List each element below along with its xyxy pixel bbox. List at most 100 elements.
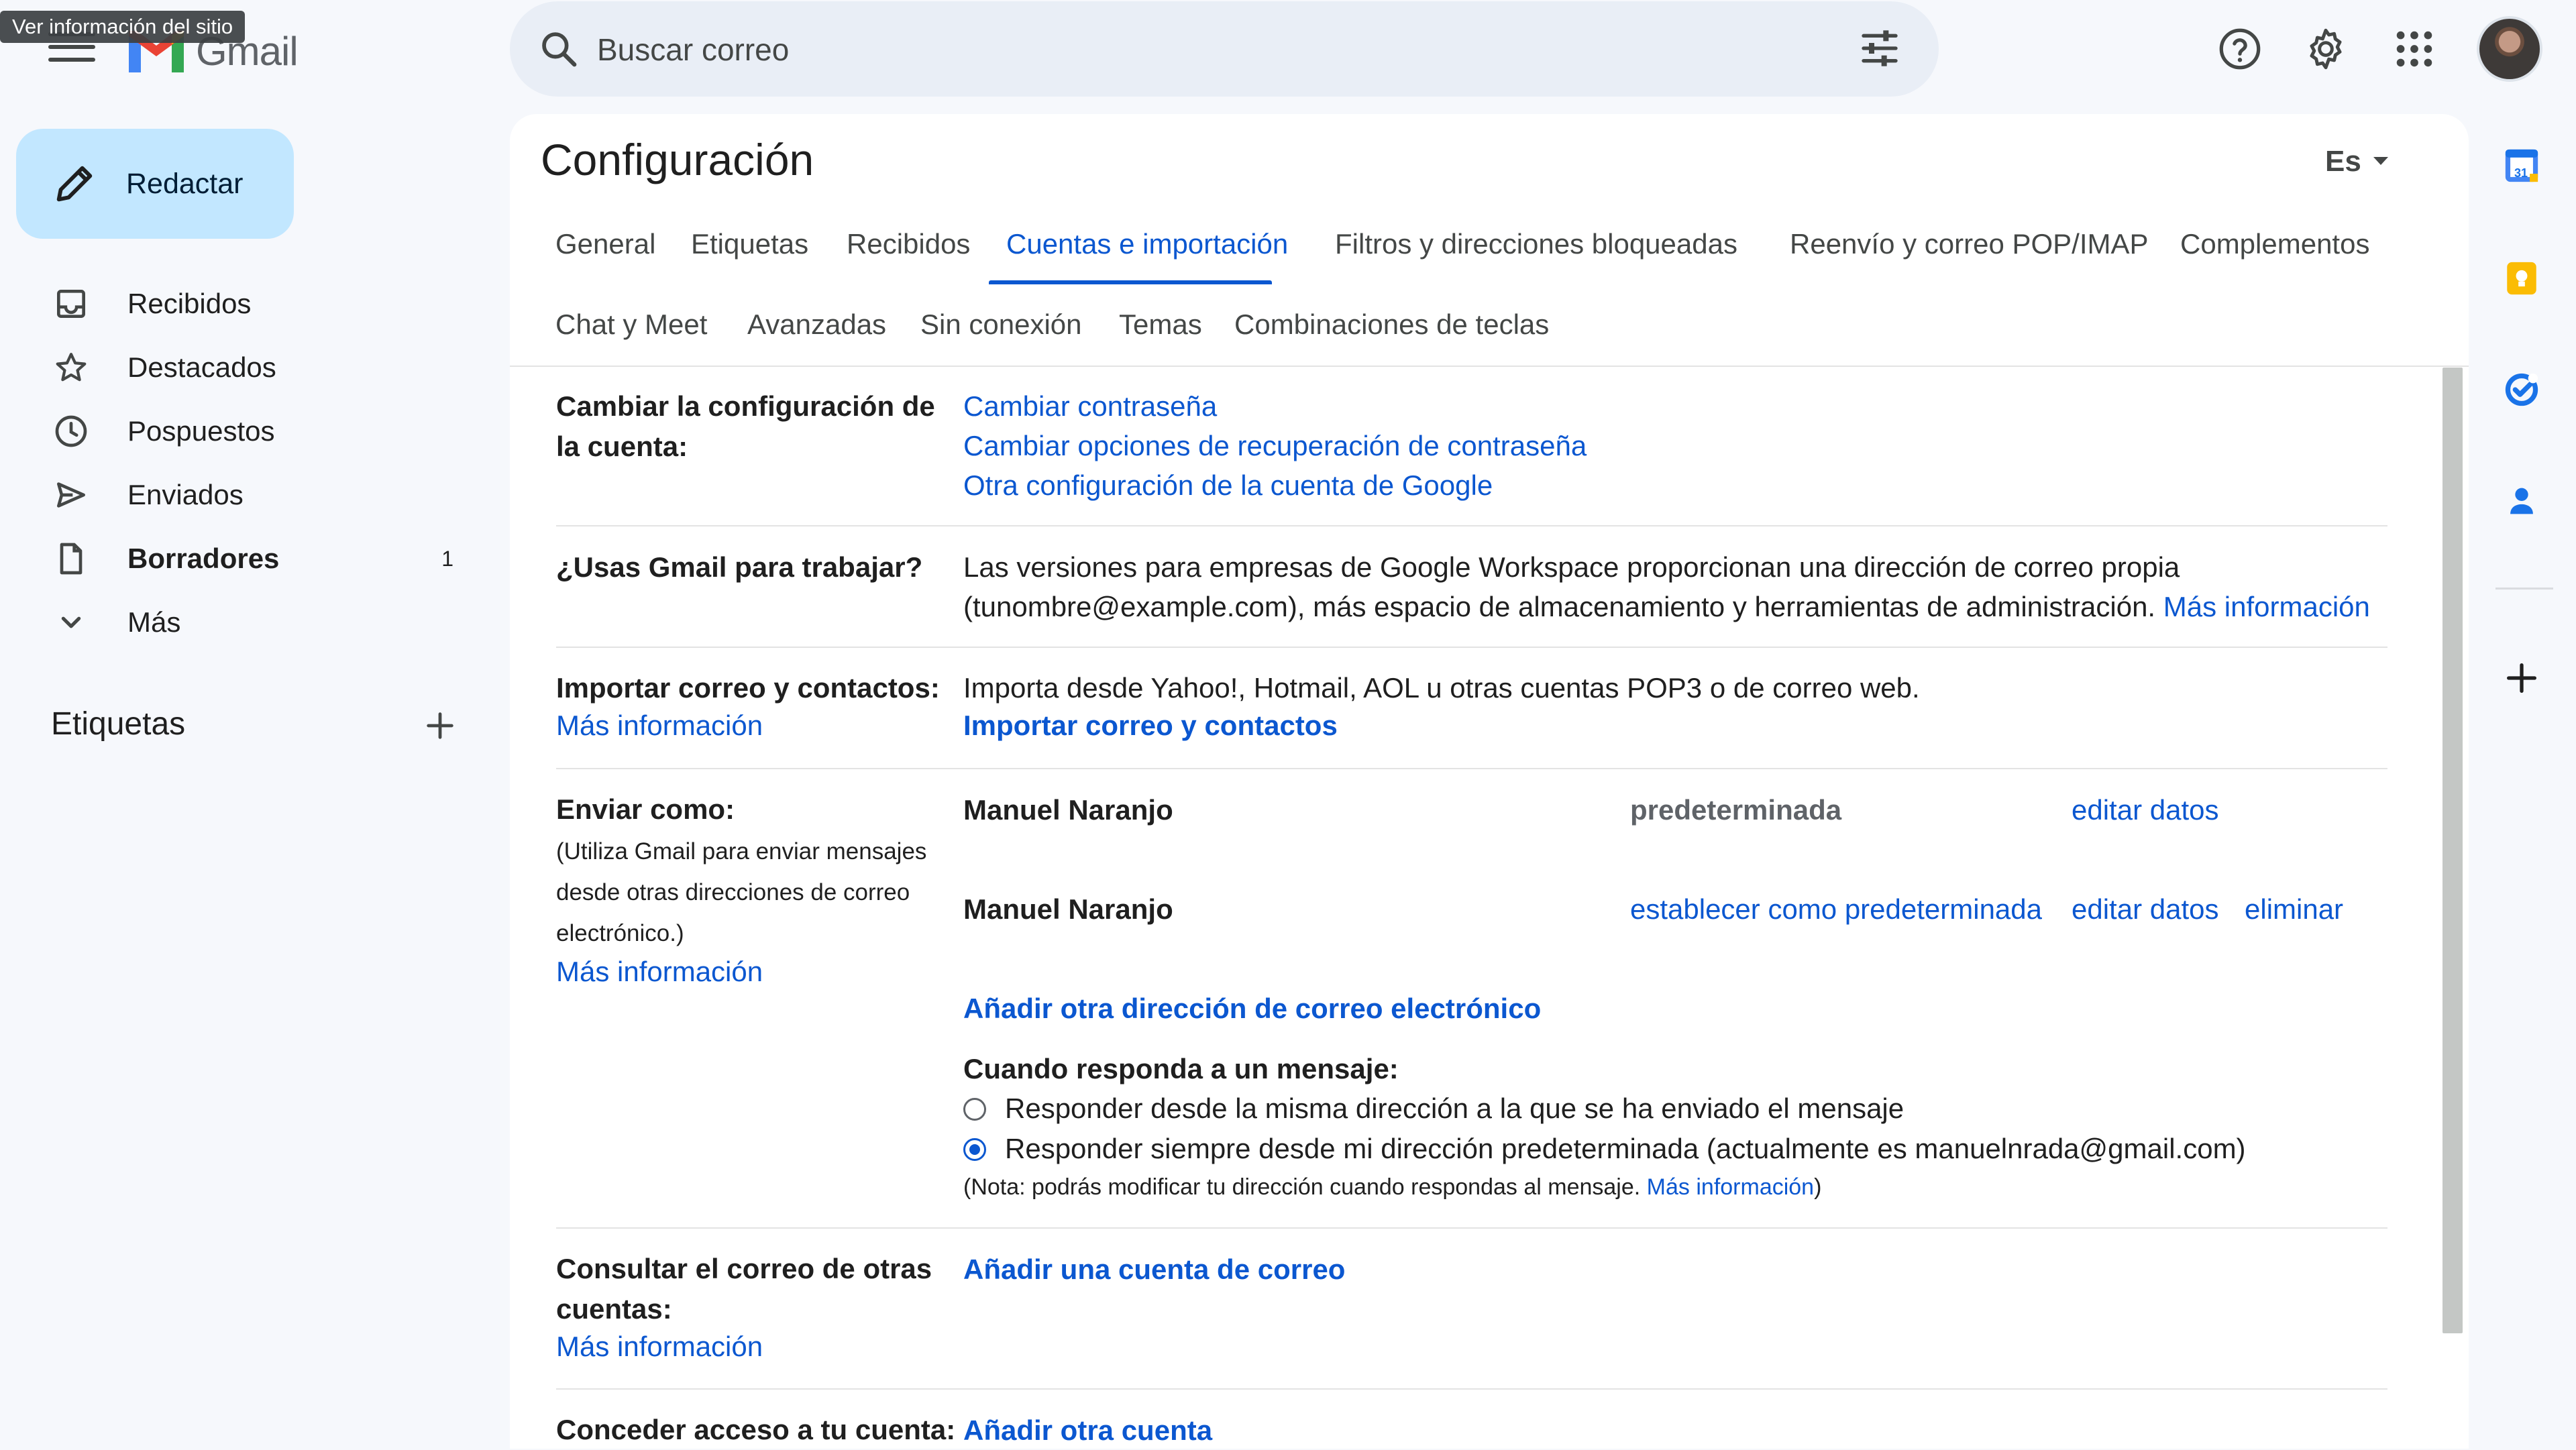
compose-label: Redactar bbox=[126, 167, 244, 200]
add-email-address-link[interactable]: Añadir otra dirección de correo electrón… bbox=[963, 993, 1541, 1025]
tab-combinaciones-teclas[interactable]: Combinaciones de teclas bbox=[1234, 309, 1549, 341]
reply-option-label: Responder siempre desde mi dirección pre… bbox=[1005, 1133, 2246, 1164]
label-line: la cuenta: bbox=[556, 431, 688, 462]
desc-line: desde otras direcciones de correo bbox=[556, 879, 910, 905]
reply-heading: Cuando responda a un mensaje: bbox=[963, 1053, 1399, 1084]
add-mail-account-link[interactable]: Añadir una cuenta de correo bbox=[963, 1253, 1345, 1286]
label-line: cuentas: bbox=[556, 1293, 672, 1325]
keep-icon[interactable] bbox=[2502, 259, 2541, 298]
send-as-name: Manuel Naranjo bbox=[963, 893, 1173, 925]
sidebar-item-label: Recibidos bbox=[127, 288, 252, 319]
help-icon[interactable] bbox=[2216, 25, 2263, 72]
recovery-options-link[interactable]: Cambiar opciones de recuperación de cont… bbox=[963, 430, 1587, 462]
change-password-link[interactable]: Cambiar contraseña bbox=[963, 390, 1217, 423]
vertical-scrollbar[interactable] bbox=[2443, 368, 2463, 1333]
tab-complementos[interactable]: Complementos bbox=[2180, 228, 2369, 260]
sidebar-item-destacados[interactable]: Destacados bbox=[0, 337, 483, 398]
search-icon[interactable] bbox=[538, 28, 580, 70]
section-divider bbox=[556, 525, 2387, 526]
compose-button[interactable]: Redactar bbox=[16, 129, 294, 239]
side-panel-divider bbox=[2496, 588, 2553, 590]
tab-cuentas-importacion[interactable]: Cuentas e importación bbox=[1006, 228, 1288, 260]
search-options-icon[interactable] bbox=[1858, 27, 1901, 70]
account-avatar[interactable] bbox=[2477, 16, 2542, 82]
tab-reenvio-pop-imap[interactable]: Reenvío y correo POP/IMAP bbox=[1790, 228, 2149, 260]
import-text: Importa desde Yahoo!, Hotmail, AOL u otr… bbox=[963, 672, 1920, 704]
check-mail-more-info-link[interactable]: Más información bbox=[556, 1331, 763, 1363]
clock-icon bbox=[55, 415, 87, 447]
sidebar-item-label: Enviados bbox=[127, 479, 244, 510]
import-more-info-link[interactable]: Más información bbox=[556, 710, 763, 742]
chevron-down-icon bbox=[61, 616, 81, 628]
add-addon-plus-icon[interactable] bbox=[2502, 659, 2541, 698]
star-icon bbox=[56, 353, 87, 382]
work-label: ¿Usas Gmail para trabajar? bbox=[556, 551, 923, 583]
search-input[interactable] bbox=[596, 20, 1739, 79]
desc-line: (Utiliza Gmail para enviar mensajes bbox=[556, 838, 927, 865]
sidebar-item-pospuestos[interactable]: Pospuestos bbox=[0, 401, 483, 461]
tab-filtros[interactable]: Filtros y direcciones bloqueadas bbox=[1335, 228, 1737, 260]
input-tools-button[interactable]: Es bbox=[2325, 145, 2361, 178]
sidebar-item-borradores[interactable]: Borradores 1 bbox=[0, 528, 483, 589]
google-account-settings-link[interactable]: Otra configuración de la cuenta de Googl… bbox=[963, 469, 1493, 502]
page-title: Configuración bbox=[541, 135, 814, 184]
sidebar-item-mas[interactable]: Más bbox=[0, 592, 483, 653]
inbox-icon bbox=[57, 290, 85, 318]
tab-recibidos[interactable]: Recibidos bbox=[847, 228, 970, 260]
contacts-icon[interactable] bbox=[2502, 482, 2541, 520]
send-as-label: Enviar como: bbox=[556, 793, 735, 825]
tasks-icon[interactable] bbox=[2502, 370, 2541, 409]
work-text-line2: (tunombre@example.com), más espacio de a… bbox=[963, 587, 2370, 627]
reply-default-address-radio[interactable] bbox=[963, 1138, 986, 1161]
tab-sin-conexion[interactable]: Sin conexión bbox=[920, 309, 1082, 341]
section-divider bbox=[556, 1227, 2387, 1229]
apps-grid-icon[interactable] bbox=[2391, 25, 2438, 72]
grant-access-label: Conceder acceso a tu cuenta: bbox=[556, 1414, 956, 1445]
section-divider bbox=[556, 1388, 2387, 1390]
settings-gear-icon[interactable] bbox=[2302, 25, 2349, 72]
work-text-span: (tunombre@example.com), más espacio de a… bbox=[963, 591, 2156, 622]
edit-info-link[interactable]: editar datos bbox=[2072, 794, 2218, 826]
sidebar-item-label: Destacados bbox=[127, 351, 276, 383]
label-line: Cambiar la configuración de bbox=[556, 390, 935, 422]
work-more-info-link[interactable]: Más información bbox=[2163, 591, 2370, 622]
work-text-line1: Las versiones para empresas de Google Wo… bbox=[963, 551, 2180, 583]
reply-note: (Nota: podrás modificar tu dirección cua… bbox=[963, 1174, 1821, 1201]
site-info-tooltip: Ver información del sitio bbox=[0, 11, 246, 43]
note-more-info-link[interactable]: Más información bbox=[1647, 1174, 1814, 1200]
import-mail-contacts-link[interactable]: Importar correo y contactos bbox=[963, 710, 1338, 742]
default-status-text: predeterminada bbox=[1630, 794, 1842, 826]
send-icon bbox=[57, 482, 85, 508]
tab-etiquetas[interactable]: Etiquetas bbox=[691, 228, 808, 260]
send-as-name: Manuel Naranjo bbox=[963, 794, 1173, 826]
note-text: (Nota: podrás modificar tu dirección cua… bbox=[963, 1174, 1641, 1200]
tab-avanzadas[interactable]: Avanzadas bbox=[747, 309, 886, 341]
check-mail-label: Consultar el correo de otras cuentas: bbox=[556, 1249, 932, 1329]
delete-address-link[interactable]: eliminar bbox=[2245, 893, 2343, 926]
active-tab-indicator bbox=[989, 280, 1272, 284]
pencil-icon bbox=[56, 166, 93, 202]
sidebar-item-enviados[interactable]: Enviados bbox=[0, 465, 483, 525]
reply-same-address-radio[interactable] bbox=[963, 1098, 986, 1121]
sidebar-item-recibidos[interactable]: Recibidos bbox=[0, 274, 483, 334]
caret-down-icon[interactable] bbox=[2373, 157, 2388, 165]
sidebar-item-label: Borradores bbox=[127, 543, 280, 574]
send-as-description: (Utiliza Gmail para enviar mensajes desd… bbox=[556, 831, 926, 954]
edit-info-link[interactable]: editar datos bbox=[2072, 893, 2218, 926]
tab-temas[interactable]: Temas bbox=[1119, 309, 1202, 341]
tabs-divider bbox=[510, 366, 2469, 367]
drafts-count-badge: 1 bbox=[441, 546, 453, 571]
change-account-label: Cambiar la configuración de la cuenta: bbox=[556, 386, 935, 467]
send-as-more-info-link[interactable]: Más información bbox=[556, 956, 763, 988]
set-as-default-link[interactable]: establecer como predeterminada bbox=[1630, 893, 2042, 926]
calendar-day: 31 bbox=[2514, 166, 2528, 180]
search-bar[interactable] bbox=[510, 1, 1939, 97]
tab-chat-meet[interactable]: Chat y Meet bbox=[555, 309, 707, 341]
labels-heading: Etiquetas bbox=[51, 706, 186, 742]
tab-general[interactable]: General bbox=[555, 228, 655, 260]
section-divider bbox=[556, 647, 2387, 648]
label-line: Consultar el correo de otras bbox=[556, 1253, 932, 1284]
add-label-plus-icon[interactable] bbox=[423, 708, 458, 743]
sidebar-item-label: Más bbox=[127, 606, 181, 638]
add-another-account-link[interactable]: Añadir otra cuenta bbox=[963, 1414, 1212, 1447]
